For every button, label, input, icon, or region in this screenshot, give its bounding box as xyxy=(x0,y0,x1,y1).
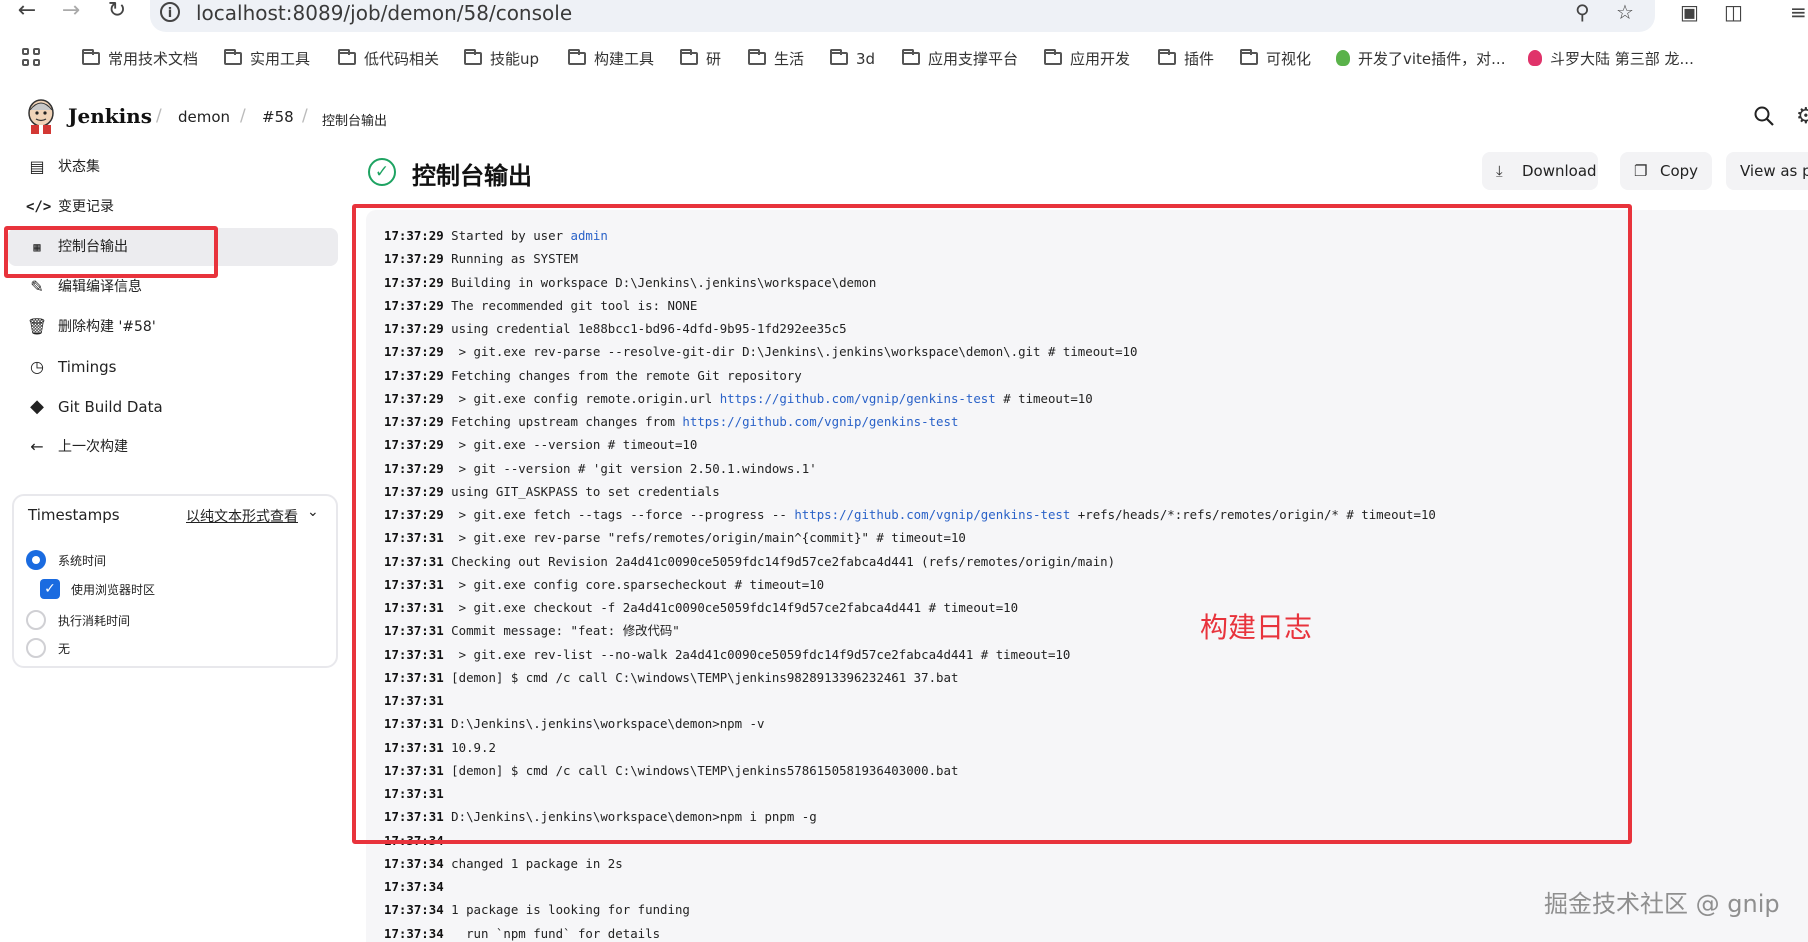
folder-icon xyxy=(680,49,698,65)
breadcrumb-separator: / xyxy=(302,106,308,126)
bookmark-link[interactable]: 斗罗大陆 第三部 龙... xyxy=(1528,48,1694,70)
status-icon: ▤ xyxy=(29,157,45,176)
site-info-icon[interactable]: i xyxy=(160,2,180,22)
folder-icon xyxy=(1240,49,1258,65)
log-text: 1 package is looking for funding xyxy=(451,902,690,918)
bookmarks-bar: 常用技术文档 实用工具 低代码相关 技能up 构建工具 研 生活 3d 应用支撑… xyxy=(0,40,1808,76)
folder-icon xyxy=(1044,49,1062,65)
back-arrow-icon[interactable]: ← xyxy=(10,0,44,26)
clock-icon: ◷ xyxy=(30,357,44,376)
log-line: 17:37:34 changed 1 package in 2s xyxy=(384,852,623,875)
sidebar-item-changes[interactable]: </> 变更记录 xyxy=(8,188,338,226)
breadcrumb-separator: / xyxy=(240,106,246,126)
folder-icon xyxy=(82,49,100,65)
log-timestamp: 17:37:34 xyxy=(384,855,444,871)
jenkins-header: Jenkins / demon / #58 / 控制台输出 ⚙ xyxy=(0,84,1808,148)
timestamps-panel: Timestamps 以纯文本形式查看 ⌄ 系统时间 ✓ 使用浏览器时区 执行消… xyxy=(12,494,338,668)
zoom-icon[interactable]: ⚲ xyxy=(1575,0,1590,24)
bookmark-folder[interactable]: 生活 xyxy=(748,48,804,70)
checkbox-browser-timezone[interactable]: ✓ xyxy=(40,579,60,599)
screenshot-icon[interactable]: ▣ xyxy=(1680,0,1699,24)
copy-icon: ❐ xyxy=(1634,162,1648,180)
url-text[interactable]: localhost:8089/job/demon/58/console xyxy=(196,1,572,25)
folder-icon xyxy=(464,49,482,65)
browser-toolbar: ← → ↻ i localhost:8089/job/demon/58/cons… xyxy=(0,0,1808,40)
bookmark-folder[interactable]: 3d xyxy=(830,48,875,70)
apps-grid-icon[interactable] xyxy=(22,48,42,68)
folder-icon xyxy=(830,49,848,65)
vite-favicon-icon xyxy=(1336,50,1350,66)
folder-icon xyxy=(748,49,766,65)
log-timestamp: 17:37:34 xyxy=(384,902,444,918)
annotation-highlight-console xyxy=(352,204,1632,844)
download-button[interactable]: ⤓ Download xyxy=(1482,152,1598,190)
page-title: 控制台输出 xyxy=(412,162,532,190)
option-label: 无 xyxy=(58,642,71,656)
trash-icon: 🗑 xyxy=(26,317,48,336)
folder-icon xyxy=(338,49,356,65)
breadcrumb-separator: / xyxy=(156,106,162,126)
radio-none[interactable] xyxy=(26,638,46,658)
option-label: 使用浏览器时区 xyxy=(71,583,156,597)
download-icon: ⤓ xyxy=(1496,162,1503,180)
bookmark-folder[interactable]: 构建工具 xyxy=(568,48,654,70)
breadcrumb-build[interactable]: #58 xyxy=(262,108,294,126)
log-line: 17:37:34 xyxy=(384,875,451,898)
sidebar-item-timings[interactable]: ◷ Timings xyxy=(8,348,338,386)
bookmark-folder[interactable]: 可视化 xyxy=(1240,48,1311,70)
timestamps-title: Timestamps xyxy=(28,506,120,524)
code-icon: </> xyxy=(26,199,52,215)
bookmark-folder[interactable]: 技能up xyxy=(464,48,539,70)
folder-icon xyxy=(902,49,920,65)
bookmark-folder[interactable]: 低代码相关 xyxy=(338,48,439,70)
star-icon[interactable]: ☆ xyxy=(1616,0,1634,24)
log-line: 17:37:34 1 package is looking for fundin… xyxy=(384,898,690,921)
arrow-left-icon: ← xyxy=(30,437,44,456)
chevron-down-icon[interactable]: ⌄ xyxy=(307,504,319,520)
bookmark-folder[interactable]: 应用支撑平台 xyxy=(902,48,1018,70)
bookmark-folder[interactable]: 插件 xyxy=(1158,48,1214,70)
jenkins-logo-icon[interactable] xyxy=(26,98,56,134)
folder-icon xyxy=(568,49,586,65)
search-icon[interactable] xyxy=(1752,104,1776,128)
breadcrumb-current[interactable]: 控制台输出 xyxy=(322,110,387,129)
log-text: run `npm fund` for details xyxy=(451,925,661,941)
menu-icon[interactable]: ≡ xyxy=(1790,0,1807,24)
log-text: changed 1 package in 2s xyxy=(451,855,623,871)
bookmark-folder[interactable]: 研 xyxy=(680,48,721,70)
radio-elapsed-time[interactable] xyxy=(26,610,46,630)
log-timestamp: 17:37:34 xyxy=(384,879,444,894)
bookmark-folder[interactable]: 常用技术文档 xyxy=(82,48,198,70)
app-name[interactable]: Jenkins xyxy=(68,104,152,128)
forward-arrow-icon[interactable]: → xyxy=(54,0,88,26)
extensions-icon[interactable]: ◫ xyxy=(1724,0,1743,24)
sidebar-item-status[interactable]: ▤ 状态集 xyxy=(8,148,338,186)
watermark: 掘金技术社区 @ gnip xyxy=(1544,890,1780,918)
view-as-plain-text-button[interactable]: View as pl xyxy=(1726,152,1808,190)
folder-icon xyxy=(1158,49,1176,65)
bookmark-folder[interactable]: 应用开发 xyxy=(1044,48,1130,70)
radio-system-time[interactable] xyxy=(26,550,46,570)
video-favicon-icon xyxy=(1528,50,1542,66)
annotation-label: 构建日志 xyxy=(1200,611,1313,644)
log-timestamp: 17:37:34 xyxy=(384,925,444,941)
reload-icon[interactable]: ↻ xyxy=(100,0,134,26)
option-label: 执行消耗时间 xyxy=(58,614,131,628)
git-icon: ◆ xyxy=(30,396,44,417)
address-bar[interactable]: i localhost:8089/job/demon/58/console ⚲ … xyxy=(150,0,1655,32)
sidebar-item-delete-build[interactable]: 🗑 删除构建 '#58' xyxy=(8,308,338,346)
option-label: 系统时间 xyxy=(58,554,107,568)
log-line: 17:37:34 run `npm fund` for details xyxy=(384,922,660,942)
sidebar-item-git-build-data[interactable]: ◆ Git Build Data xyxy=(8,388,338,426)
success-check-icon: ✓ xyxy=(368,158,396,186)
bookmark-link[interactable]: 开发了vite插件，对... xyxy=(1336,48,1505,70)
annotation-highlight-sidebar xyxy=(4,226,218,278)
folder-icon xyxy=(224,49,242,65)
copy-button[interactable]: ❐ Copy xyxy=(1620,152,1712,190)
gear-icon[interactable]: ⚙ xyxy=(1796,104,1808,129)
bookmark-folder[interactable]: 实用工具 xyxy=(224,48,310,70)
sidebar-item-previous-build[interactable]: ← 上一次构建 xyxy=(8,428,338,466)
view-plain-text-link[interactable]: 以纯文本形式查看 xyxy=(186,506,298,526)
breadcrumb-job[interactable]: demon xyxy=(178,108,230,126)
